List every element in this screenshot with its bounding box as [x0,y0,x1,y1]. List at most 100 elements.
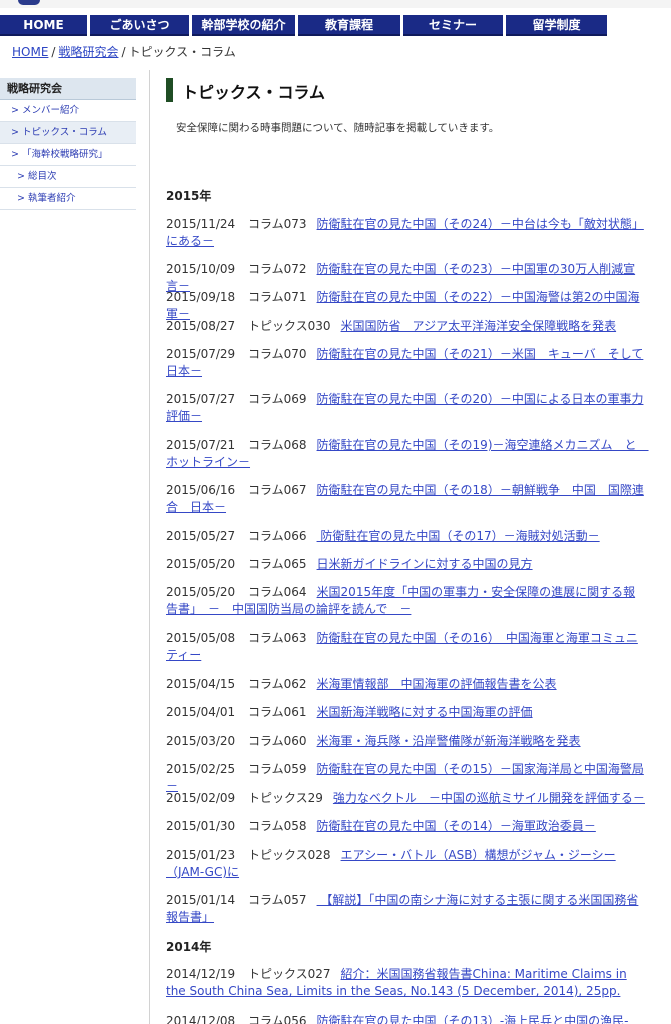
list-item: 2015/04/15 コラム062 米海軍情報部 中国海軍の評価報告書を公表 [166,676,646,693]
entry-category: コラム062 [248,677,307,691]
entry-link[interactable]: 日米新ガイドラインに対する中国の見方 [317,557,533,571]
title-accent-bar [166,78,173,102]
entry-date: 2015/07/21 [166,438,236,452]
entry-category: コラム063 [248,631,307,645]
entry-category: コラム072 [248,262,307,276]
nav-school-intro[interactable]: 幹部学校の紹介 [192,15,295,36]
entry-date: 2015/06/16 [166,483,236,497]
entry-category: コラム060 [248,734,307,748]
entry-date: 2015/04/01 [166,705,236,719]
entry-date: 2015/11/24 [166,217,236,231]
entry-date: 2014/12/19 [166,967,236,981]
list-item: 2015/01/30 コラム058 防衛駐在官の見た中国（その14）－海軍政治委員－ [166,818,646,835]
entry-link[interactable]: 米海軍・海兵隊・沿岸警備隊が新海洋戦略を発表 [317,734,581,748]
entry-date: 2015/05/20 [166,557,236,571]
nav-curriculum[interactable]: 教育課程 [298,15,400,36]
site-logo[interactable] [18,0,40,5]
entry-link[interactable]: 防衛駐在官の見た中国（その14）－海軍政治委員－ [317,819,596,833]
entry-category: トピックス027 [248,967,331,981]
entry-date: 2015/01/30 [166,819,236,833]
entry-date: 2015/05/20 [166,585,236,599]
entry-link[interactable]: 強力なベクトル －中国の巡航ミサイル開発を評価する－ [333,791,645,805]
year-heading: 2014年 [166,940,212,954]
list-item: 2015/08/27 トピックス030 米国国防省 アジア太平洋海洋安全保障戦略を発… [166,318,646,335]
intro-text: 安全保障に関わる時事問題について、随時記事を掲載していきます。 [176,122,500,134]
list-item: 2015/07/27 コラム069 防衛駐在官の見た中国（その20）－中国による日本… [166,391,646,425]
sidebar-heading: 戦略研究会 [0,78,136,100]
breadcrumb-home-link[interactable]: HOME [12,45,48,59]
list-item: 2015/05/08 コラム063 防衛駐在官の見た中国（その16） 中国海軍と海軍… [166,630,646,664]
sidebar-item-contents[interactable]: > 総目次 [0,166,136,188]
entry-date: 2015/04/15 [166,677,236,691]
year-heading: 2015年 [166,189,212,203]
breadcrumb: HOME / 戦略研究会 / トピックス・コラム [12,43,236,60]
sidebar: 戦略研究会 > メンバー紹介 > トピックス・コラム > 「海幹校戦略研究」 >… [0,78,136,210]
list-item: 2015/03/20 コラム060 米海軍・海兵隊・沿岸警備隊が新海洋戦略を発表 [166,733,646,750]
list-item: 2015/06/16 コラム067 防衛駐在官の見た中国（その18）－朝鮮戦争 中国… [166,482,646,516]
entry-category: コラム061 [248,705,307,719]
nav-study-abroad[interactable]: 留学制度 [506,15,607,36]
entry-category: トピックス028 [248,848,331,862]
sidebar-item-strategy-journal[interactable]: > 「海幹校戦略研究」 [0,144,136,166]
entry-date: 2015/03/20 [166,734,236,748]
entry-date: 2015/02/25 [166,762,236,776]
breadcrumb-separator: / [121,45,126,59]
sidebar-item-authors[interactable]: > 執筆者紹介 [0,188,136,210]
breadcrumb-separator: / [51,45,56,59]
list-item: 2015/01/14 コラム057 【解説】「中国の南シナ海に対する主張に関する米… [166,892,646,926]
entry-category: コラム058 [248,819,307,833]
list-item: 2014/12/19 トピックス027 紹介：米国国務省報告書China: Mari… [166,966,646,1000]
entry-date: 2015/02/09 [166,791,236,805]
entry-category: コラム068 [248,438,307,452]
breadcrumb-section-link[interactable]: 戦略研究会 [58,45,118,59]
list-item: 2015/11/24 コラム073 防衛駐在官の見た中国（その24）－中台は今も「敵… [166,216,646,250]
list-item: 2015/05/20 コラム064 米国2015年度「中国の軍事力・安全保障の進展に… [166,584,646,618]
breadcrumb-current: トピックス・コラム [128,45,236,59]
entry-category: コラム071 [248,290,307,304]
entry-link[interactable]: 米国新海洋戦略に対する中国海軍の評価 [317,705,533,719]
entry-date: 2015/07/29 [166,347,236,361]
entry-date: 2015/01/14 [166,893,236,907]
list-item: 2014/12/08 コラム056 防衛駐在官の見た中国（その13）-海上民兵と中国… [166,1013,646,1024]
nav-home[interactable]: HOME [0,15,87,36]
entry-category: トピックス29 [248,791,323,805]
entry-link[interactable]: 米海軍情報部 中国海軍の評価報告書を公表 [317,677,557,691]
entry-date: 2014/12/08 [166,1014,236,1024]
entry-date: 2015/07/27 [166,392,236,406]
header-strip [0,0,671,8]
entry-category: コラム066 [248,529,307,543]
page-title-text: トピックス・コラム [182,83,326,102]
entry-category: コラム065 [248,557,307,571]
entry-category: コラム073 [248,217,307,231]
entry-category: トピックス030 [248,319,331,333]
entry-date: 2015/01/23 [166,848,236,862]
nav-greeting[interactable]: ごあいさつ [90,15,189,36]
list-item: 2015/05/27 コラム066 防衛駐在官の見た中国（その17）－海賊対処活動… [166,528,646,545]
entry-date: 2015/09/18 [166,290,236,304]
list-item: 2015/04/01 コラム061 米国新海洋戦略に対する中国海軍の評価 [166,704,646,721]
entry-link[interactable]: 米国国防省 アジア太平洋海洋安全保障戦略を発表 [341,319,617,333]
entry-category: コラム056 [248,1014,307,1024]
entry-category: コラム067 [248,483,307,497]
column-divider [149,70,150,1024]
list-item: 2015/05/20 コラム065 日米新ガイドラインに対する中国の見方 [166,556,646,573]
entry-link[interactable]: 防衛駐在官の見た中国（その13）-海上民兵と中国の漁民- [317,1014,629,1024]
sidebar-item-members[interactable]: > メンバー紹介 [0,100,136,122]
sidebar-item-topics-columns[interactable]: > トピックス・コラム [0,122,136,144]
entry-link[interactable]: 防衛駐在官の見た中国（その17）－海賊対処活動－ [317,529,599,543]
entry-date: 2015/05/27 [166,529,236,543]
entry-date: 2015/08/27 [166,319,236,333]
entry-category: コラム070 [248,347,307,361]
global-nav: HOME ごあいさつ 幹部学校の紹介 教育課程 セミナー 留学制度 [0,15,671,36]
entry-category: コラム059 [248,762,307,776]
list-item: 2015/02/09 トピックス29 強力なベクトル －中国の巡航ミサイル開発を評価… [166,790,646,807]
entry-category: コラム069 [248,392,307,406]
list-item: 2015/07/29 コラム070 防衛駐在官の見た中国（その21）－米国 キューバ… [166,346,646,380]
entry-date: 2015/10/09 [166,262,236,276]
entry-date: 2015/05/08 [166,631,236,645]
list-item: 2015/01/23 トピックス028 エアシー・バトル（ASB）構想がジャム・ジー… [166,847,646,881]
list-item: 2015/07/21 コラム068 防衛駐在官の見た中国（その19)－海空連絡メカニ… [166,437,649,471]
nav-seminar[interactable]: セミナー [403,15,503,36]
entry-category: コラム057 [248,893,307,907]
top-header: HOME ごあいさつ 幹部学校の紹介 教育課程 セミナー 留学制度 [0,0,671,36]
